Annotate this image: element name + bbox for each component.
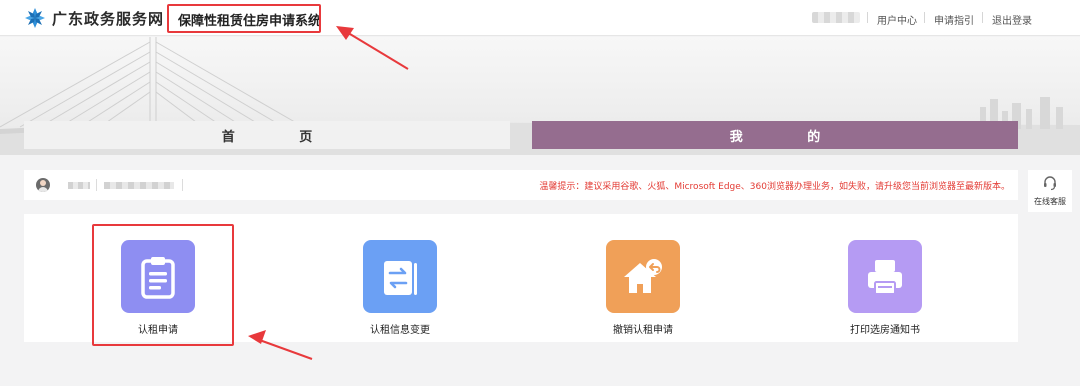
headset-icon — [1044, 176, 1056, 191]
annotation-box-action — [92, 224, 234, 346]
rent-info-change-label: 认租信息变更 — [370, 325, 430, 336]
print-notice-tile[interactable] — [848, 240, 922, 313]
apply-guide-link[interactable]: 申请指引 — [934, 12, 974, 27]
divider — [982, 12, 983, 23]
print-notice-label: 打印选房通知书 — [850, 325, 920, 336]
top-header: 广东政务服务网 保障性租赁住房申请系统 用户中心 申请指引 退出登录 — [0, 0, 1080, 36]
masked-username — [812, 12, 860, 23]
tab-home[interactable]: 首 页 — [24, 121, 510, 149]
annotation-arrow-icon — [248, 330, 313, 360]
divider — [867, 12, 868, 23]
cancel-rent-application-label: 撤销认租申请 — [613, 325, 673, 336]
home-undo-icon — [624, 258, 662, 293]
rent-info-change-tile[interactable] — [363, 240, 437, 313]
online-service-button[interactable]: 在线客服 — [1028, 170, 1072, 212]
online-service-label: 在线客服 — [1034, 197, 1066, 206]
masked-name — [68, 182, 90, 189]
gd-logo-icon — [25, 8, 45, 28]
divider — [96, 179, 97, 191]
browser-notice: 温馨提示：建议采用谷歌、火狐、Microsoft Edge、360浏览器办理业务… — [539, 182, 1010, 192]
user-center-link[interactable]: 用户中心 — [877, 12, 917, 27]
exchange-icon — [384, 260, 417, 295]
annotation-arrow-icon — [336, 26, 409, 70]
tab-mine[interactable]: 我 的 — [532, 121, 1018, 149]
annotation-box-title — [167, 4, 321, 33]
logout-link[interactable]: 退出登录 — [992, 12, 1032, 27]
divider — [182, 179, 183, 191]
avatar — [36, 178, 50, 192]
printer-icon — [868, 259, 902, 295]
divider — [924, 12, 925, 23]
site-name[interactable]: 广东政务服务网 — [52, 8, 164, 29]
masked-id-number — [104, 182, 174, 189]
cancel-rent-application-tile[interactable] — [606, 240, 680, 313]
user-info-bar: 温馨提示：建议采用谷歌、火狐、Microsoft Edge、360浏览器办理业务… — [24, 170, 1018, 200]
